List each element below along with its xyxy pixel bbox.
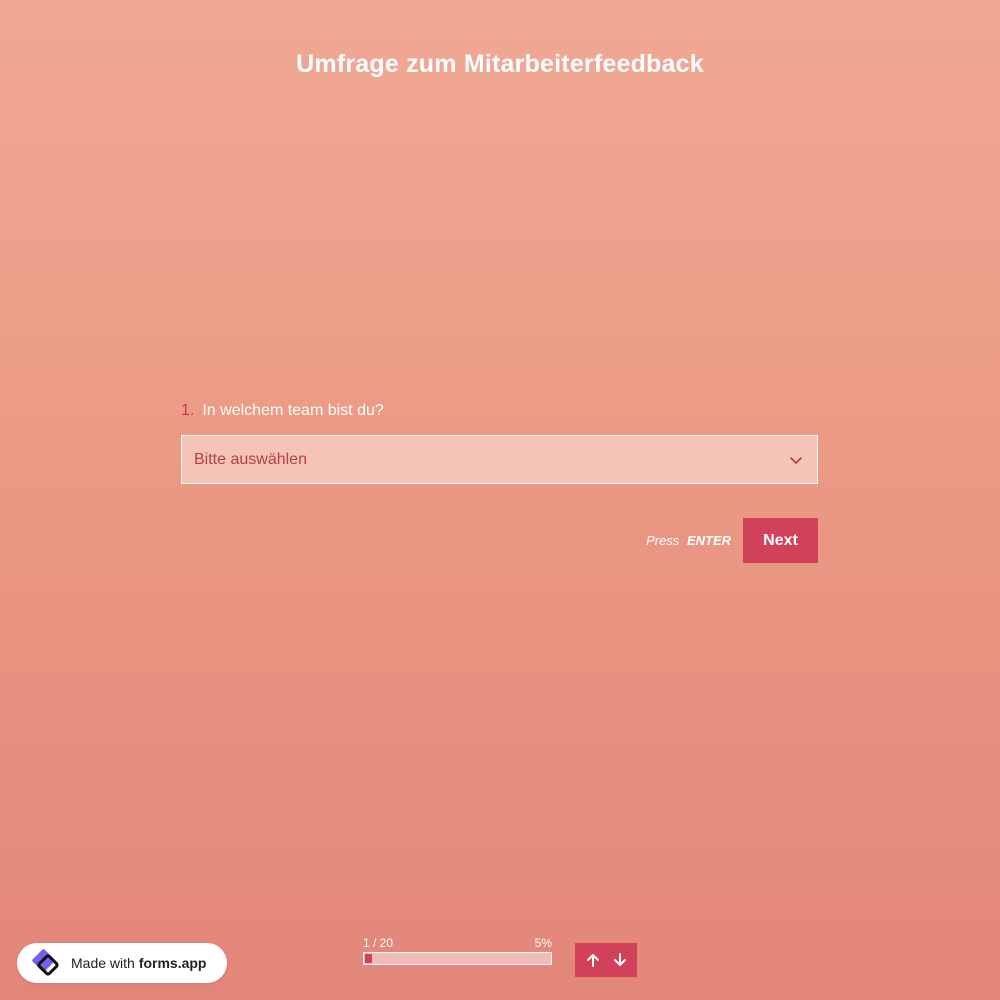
arrow-up-icon[interactable] (582, 946, 604, 974)
question-navigation (575, 943, 637, 977)
team-select[interactable]: Bitte auswählen (181, 435, 818, 484)
press-hint-key: ENTER (686, 533, 731, 548)
question-block: 1. In welchem team bist du? Bitte auswäh… (181, 402, 818, 484)
badge-text: Made with forms.app (71, 955, 207, 971)
forms-app-logo-icon (27, 944, 65, 982)
chevron-down-icon (788, 452, 804, 468)
progress-step: 1 / 20 (363, 936, 394, 950)
question-label: 1. In welchem team bist du? (181, 402, 818, 420)
page-title: Umfrage zum Mitarbeiterfeedback (296, 50, 704, 78)
next-button[interactable]: Next (743, 518, 818, 563)
progress-fill (365, 954, 373, 963)
arrow-down-icon[interactable] (609, 946, 631, 974)
progress-track (363, 952, 552, 965)
badge-brand: forms.app (138, 955, 207, 971)
progress-indicator: 1 / 20 5% (363, 936, 552, 965)
progress-percent: 5% (534, 936, 552, 950)
question-actions: Press ENTER Next (181, 518, 818, 563)
question-number: 1. (181, 402, 195, 419)
progress-labels: 1 / 20 5% (363, 936, 552, 950)
question-text: In welchem team bist du? (202, 402, 384, 419)
made-with-badge[interactable]: Made with forms.app (17, 943, 227, 983)
badge-prefix: Made with (71, 955, 135, 971)
press-hint-prefix: Press (646, 533, 680, 548)
press-enter-hint: Press ENTER (646, 533, 731, 548)
select-value: Bitte auswählen (194, 450, 307, 468)
